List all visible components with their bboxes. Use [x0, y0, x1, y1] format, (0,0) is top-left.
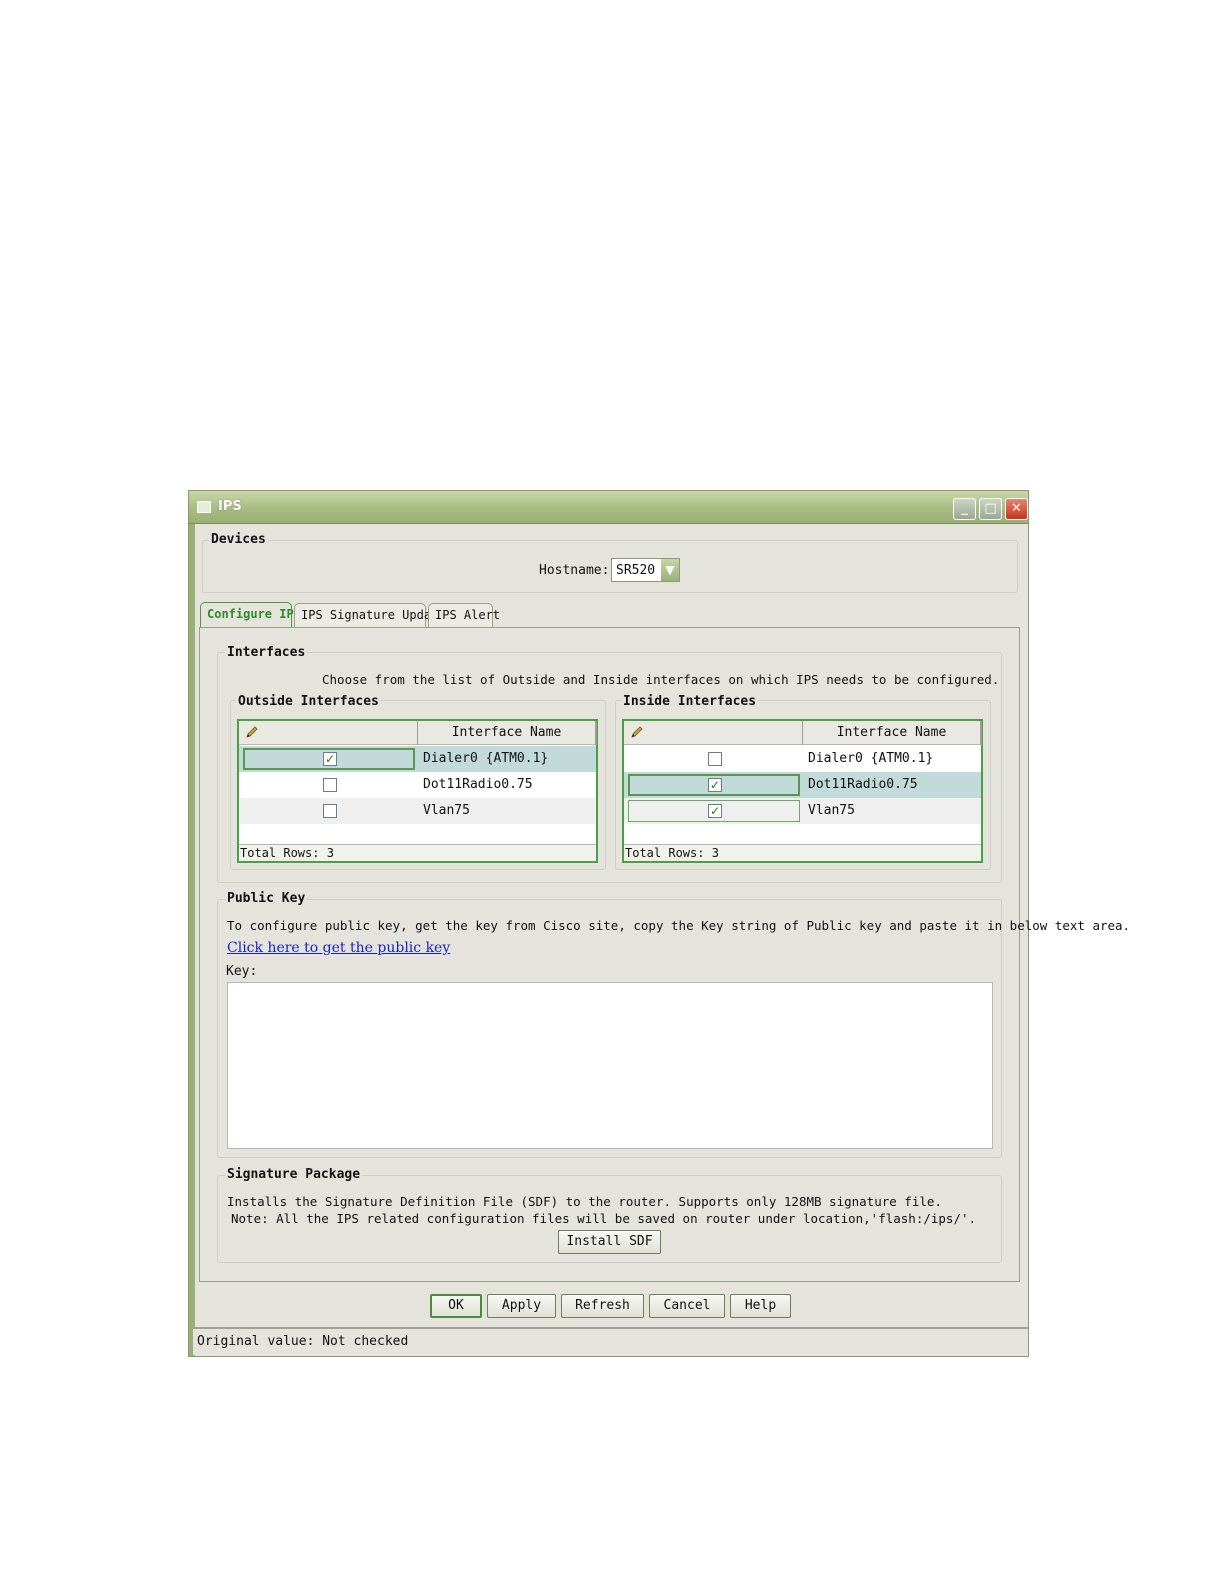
window-icon	[197, 501, 211, 513]
maximize-icon: □	[984, 501, 997, 516]
window-left-border	[189, 524, 195, 1356]
tab-ips-alert-label: IPS Alert	[435, 608, 501, 622]
tab-ips-alert[interactable]: IPS Alert	[428, 603, 500, 627]
tab-configure-ips[interactable]: Configure IPS	[200, 602, 301, 628]
inside-checkbox-vlan75[interactable]: ✓	[708, 804, 722, 818]
outside-interfaces-legend: Outside Interfaces	[236, 694, 381, 709]
interface-name: Dialer0 {ATM0.1}	[423, 751, 549, 766]
signature-package-line2: Note: All the IPS related configuration …	[231, 1211, 977, 1226]
apply-button[interactable]: Apply	[487, 1294, 556, 1318]
interface-name: Dot11Radio0.75	[808, 777, 918, 792]
refresh-button[interactable]: Refresh	[561, 1294, 644, 1318]
get-public-key-link[interactable]: Click here to get the public key	[227, 940, 450, 956]
status-text: Original value: Not checked	[197, 1334, 409, 1349]
key-label: Key:	[226, 964, 258, 979]
titlebar[interactable]: IPS _ □ ✕	[189, 491, 1028, 524]
window-title: IPS	[218, 499, 242, 514]
tab-ips-signature-update[interactable]: IPS Signature Update	[294, 603, 446, 627]
devices-legend: Devices	[209, 532, 268, 547]
hostname-select[interactable]: SR520 ▼	[611, 558, 680, 582]
table-row[interactable]: Dot11Radio0.75	[239, 772, 596, 798]
devices-fieldset	[202, 540, 1018, 593]
public-key-instruction: To configure public key, get the key fro…	[227, 918, 1131, 933]
key-textarea[interactable]	[227, 982, 993, 1149]
interface-name: Vlan75	[423, 803, 470, 818]
table-row[interactable]: Dialer0 {ATM0.1}	[624, 746, 981, 772]
inside-interfaces-table: Interface Name Dialer0 {ATM0.1} ✓ Dot11R…	[622, 719, 983, 863]
table-row[interactable]: ✓ Dialer0 {ATM0.1}	[239, 746, 596, 772]
hostname-value: SR520	[616, 563, 656, 578]
pencil-icon	[246, 726, 258, 738]
outside-interfaces-table: Interface Name ✓ Dialer0 {ATM0.1} Dot11R…	[237, 719, 598, 863]
checkmark-icon: ✓	[324, 752, 336, 766]
select-column-header[interactable]	[239, 721, 418, 745]
outside-checkbox-vlan75[interactable]	[323, 804, 337, 818]
minimize-icon: _	[961, 501, 968, 516]
public-key-legend: Public Key	[225, 891, 308, 906]
pencil-icon	[631, 726, 643, 738]
interface-name: Dot11Radio0.75	[423, 777, 533, 792]
outside-total-rows: Total Rows: 3	[239, 844, 596, 861]
chevron-down-icon[interactable]: ▼	[661, 559, 679, 581]
table-header: Interface Name	[239, 721, 597, 745]
install-sdf-button[interactable]: Install SDF	[558, 1230, 661, 1254]
tab-configure-ips-label: Configure IPS	[207, 607, 301, 621]
checkmark-icon: ✓	[709, 804, 721, 818]
status-bar: Original value: Not checked	[193, 1327, 1028, 1355]
ok-button[interactable]: OK	[430, 1294, 482, 1318]
close-icon: ✕	[1011, 501, 1022, 516]
table-row[interactable]: ✓ Dot11Radio0.75	[624, 772, 981, 798]
table-row[interactable]: Vlan75	[239, 798, 596, 824]
checkmark-icon: ✓	[709, 778, 721, 792]
interfaces-legend: Interfaces	[225, 645, 308, 660]
inside-interfaces-legend: Inside Interfaces	[621, 694, 759, 709]
inside-total-rows: Total Rows: 3	[624, 844, 981, 861]
select-column-header[interactable]	[624, 721, 803, 745]
close-button[interactable]: ✕	[1005, 498, 1028, 520]
interface-name: Dialer0 {ATM0.1}	[808, 751, 934, 766]
cancel-button[interactable]: Cancel	[649, 1294, 725, 1318]
signature-package-line1: Installs the Signature Definition File (…	[227, 1194, 942, 1209]
signature-package-legend: Signature Package	[225, 1167, 363, 1182]
interfaces-instruction: Choose from the list of Outside and Insi…	[322, 672, 1000, 687]
interface-name-header[interactable]: Interface Name	[418, 721, 597, 745]
table-row[interactable]: ✓ Vlan75	[624, 798, 981, 824]
hostname-label: Hostname:	[539, 563, 610, 578]
maximize-button[interactable]: □	[979, 498, 1002, 520]
help-button[interactable]: Help	[730, 1294, 791, 1318]
inside-checkbox-dot11radio[interactable]: ✓	[708, 778, 722, 792]
tab-ips-signature-update-label: IPS Signature Update	[301, 608, 446, 622]
outside-checkbox-dot11radio[interactable]	[323, 778, 337, 792]
outside-checkbox-dialer0[interactable]: ✓	[323, 752, 337, 766]
interface-name: Vlan75	[808, 803, 855, 818]
interface-name-header[interactable]: Interface Name	[803, 721, 982, 745]
minimize-button[interactable]: _	[953, 498, 976, 520]
table-header: Interface Name	[624, 721, 982, 745]
inside-checkbox-dialer0[interactable]	[708, 752, 722, 766]
